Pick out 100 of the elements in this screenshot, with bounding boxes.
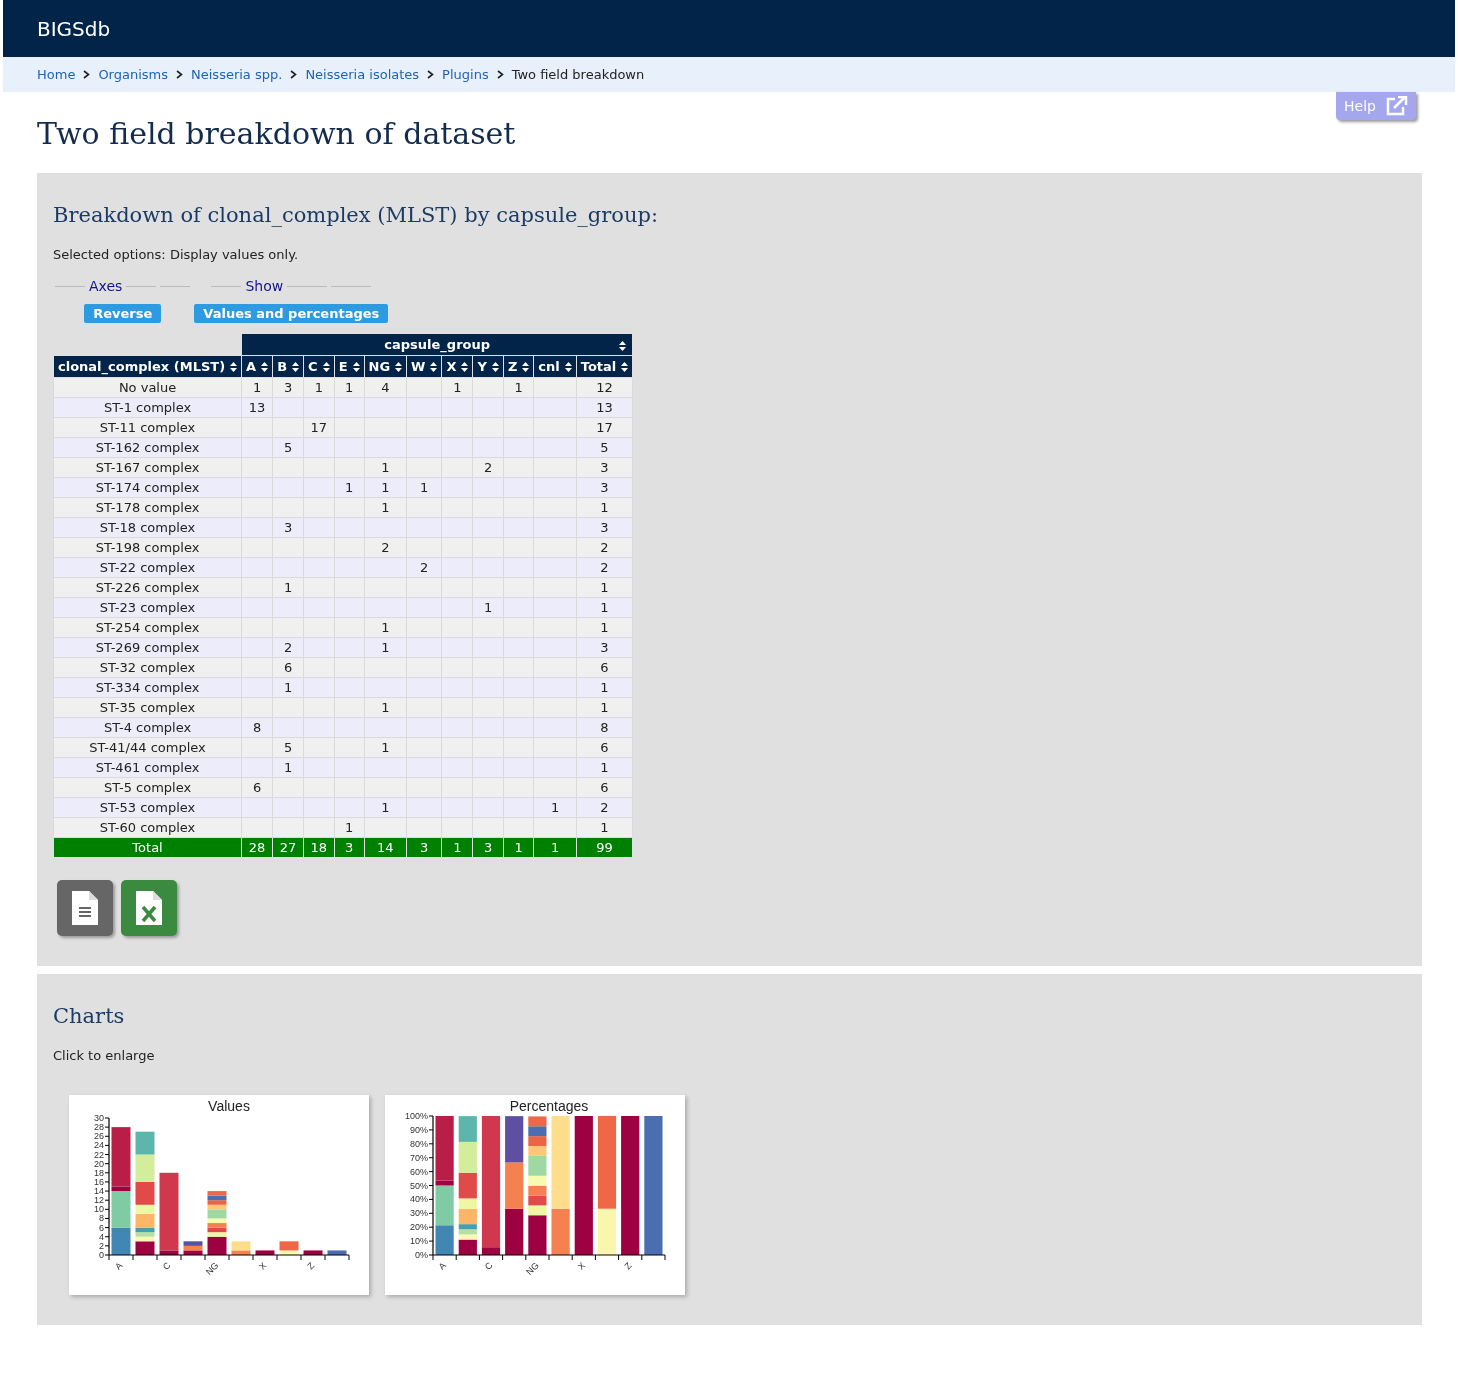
- chevron-icon: [496, 70, 504, 79]
- tick-label: Z: [305, 1260, 317, 1272]
- tick-label: 20: [94, 1158, 104, 1169]
- sort-icon[interactable]: [322, 361, 330, 372]
- tick-label: 16: [94, 1176, 104, 1187]
- tick-label: A: [113, 1260, 125, 1272]
- chevron-icon: [290, 70, 298, 79]
- tick-label: 6: [99, 1222, 104, 1233]
- sort-icon[interactable]: [430, 361, 438, 372]
- row-label: ST-461 complex: [53, 757, 242, 778]
- sort-icon[interactable]: [352, 361, 360, 372]
- row-label: ST-178 complex: [53, 497, 242, 518]
- section-heading: Breakdown of clonal_complex (MLST) by capsule_group:: [53, 203, 660, 227]
- group-legend: Axes: [89, 278, 123, 294]
- breadcrumb-current: Two field breakdown: [511, 67, 645, 82]
- row-label: ST-22 complex: [53, 557, 242, 578]
- tick-label: NG: [524, 1260, 541, 1277]
- breadcrumb-link[interactable]: Home: [37, 67, 76, 82]
- tick-label: 40%: [410, 1194, 428, 1205]
- tick-label: 22: [94, 1149, 104, 1160]
- sort-icon[interactable]: [395, 361, 403, 372]
- tick-label: 0%: [415, 1250, 428, 1260]
- tick-label: 70%: [410, 1152, 428, 1163]
- group-legend: Show: [245, 278, 284, 294]
- page-title: Two field breakdown of dataset: [37, 116, 517, 151]
- row-label: ST-32 complex: [53, 657, 242, 678]
- tick-label: A: [436, 1260, 448, 1272]
- excel-export-button[interactable]: [121, 880, 177, 936]
- chevron-icon: [176, 70, 184, 79]
- row-label: ST-269 complex: [53, 637, 242, 658]
- tick-label: 90%: [410, 1124, 428, 1135]
- tick-label: 100%: [404, 1111, 428, 1121]
- tick-label: Z: [622, 1260, 634, 1272]
- tick-label: 2: [99, 1240, 104, 1251]
- text-export-button[interactable]: [57, 880, 113, 936]
- document-icon: [72, 891, 98, 925]
- tick-label: 50%: [410, 1180, 428, 1191]
- instruction-text: Click to enlarge: [53, 1048, 156, 1063]
- tick-label: 30: [94, 1113, 104, 1123]
- tick-label: 8: [99, 1213, 104, 1224]
- sort-icon[interactable]: [461, 361, 469, 372]
- tick-label: 60%: [410, 1166, 428, 1177]
- tick-label: 24: [94, 1140, 104, 1151]
- sort-icon[interactable]: [522, 361, 530, 372]
- sort-icon[interactable]: [619, 341, 627, 351]
- row-label: ST-23 complex: [53, 597, 242, 618]
- row-label: ST-174 complex: [53, 477, 242, 498]
- row-label: ST-5 complex: [53, 777, 242, 798]
- tick-label: 12: [94, 1195, 104, 1206]
- tick-label: X: [257, 1260, 269, 1272]
- column-group-header[interactable]: capsule_group: [241, 333, 633, 356]
- breadcrumb-link[interactable]: Organisms: [98, 67, 169, 82]
- breadcrumb-link[interactable]: Neisseria isolates: [305, 67, 420, 82]
- tick-label: 30%: [410, 1208, 428, 1219]
- column-header[interactable]: clonal_complex (MLST): [53, 355, 242, 378]
- tick-label: 18: [94, 1167, 104, 1178]
- sort-icon[interactable]: [564, 361, 572, 372]
- tick-label: X: [575, 1260, 588, 1272]
- tick-label: 0: [99, 1250, 104, 1260]
- row-label: ST-334 complex: [53, 677, 242, 698]
- tick-label: 20%: [410, 1222, 428, 1233]
- tick-label: 10%: [410, 1236, 428, 1247]
- row-label: ST-162 complex: [53, 437, 242, 458]
- brand-name[interactable]: BIGSdb: [37, 16, 111, 41]
- tick-label: 26: [94, 1131, 104, 1142]
- breadcrumb-link[interactable]: Neisseria spp.: [191, 67, 283, 82]
- tick-label: 10: [94, 1204, 104, 1215]
- sort-icon[interactable]: [491, 361, 499, 372]
- chevron-icon: [83, 70, 91, 79]
- chart-title: Values: [208, 1098, 250, 1114]
- row-label: ST-4 complex: [53, 717, 242, 738]
- breadcrumb-link[interactable]: Plugins: [442, 67, 489, 82]
- row-label: ST-35 complex: [53, 697, 242, 718]
- sort-icon[interactable]: [292, 361, 300, 372]
- sort-icon[interactable]: [261, 361, 269, 372]
- row-label: ST-53 complex: [53, 797, 242, 818]
- tick-label: C: [482, 1260, 495, 1272]
- row-label: ST-41/44 complex: [53, 737, 242, 758]
- section-heading: Charts: [53, 1004, 126, 1028]
- external-link-icon: [1386, 96, 1408, 116]
- tick-label: 4: [99, 1231, 104, 1242]
- sort-icon[interactable]: [621, 361, 629, 372]
- row-label: ST-226 complex: [53, 577, 242, 598]
- sort-icon[interactable]: [230, 361, 238, 372]
- row-label: ST-60 complex: [53, 817, 242, 838]
- spreadsheet-file-icon: [136, 891, 162, 925]
- row-label: ST-254 complex: [53, 617, 242, 638]
- tick-label: 28: [94, 1122, 104, 1133]
- chevron-icon: [427, 70, 435, 79]
- row-label: No value: [53, 377, 242, 398]
- tick-label: 14: [94, 1186, 104, 1197]
- chart-card[interactable]: Percentages 0% 10% 20% 30% 40% 50% 60% 70% 80% 90% 100% A C NG X Z: [385, 1095, 685, 1295]
- selected-options-text: Selected options: Display values only.: [53, 247, 300, 262]
- total-label: Total: [53, 837, 242, 858]
- row-label: ST-198 complex: [53, 537, 242, 558]
- tick-label: NG: [203, 1260, 221, 1277]
- tick-label: C: [160, 1260, 173, 1272]
- chart-card[interactable]: Values 0 2 4 6 8 10 12 14 16 18 20 22 24 26 28 30 A C NG X Z: [69, 1095, 369, 1295]
- row-label: ST-18 complex: [53, 517, 242, 538]
- chart-title: Percentages: [509, 1098, 589, 1114]
